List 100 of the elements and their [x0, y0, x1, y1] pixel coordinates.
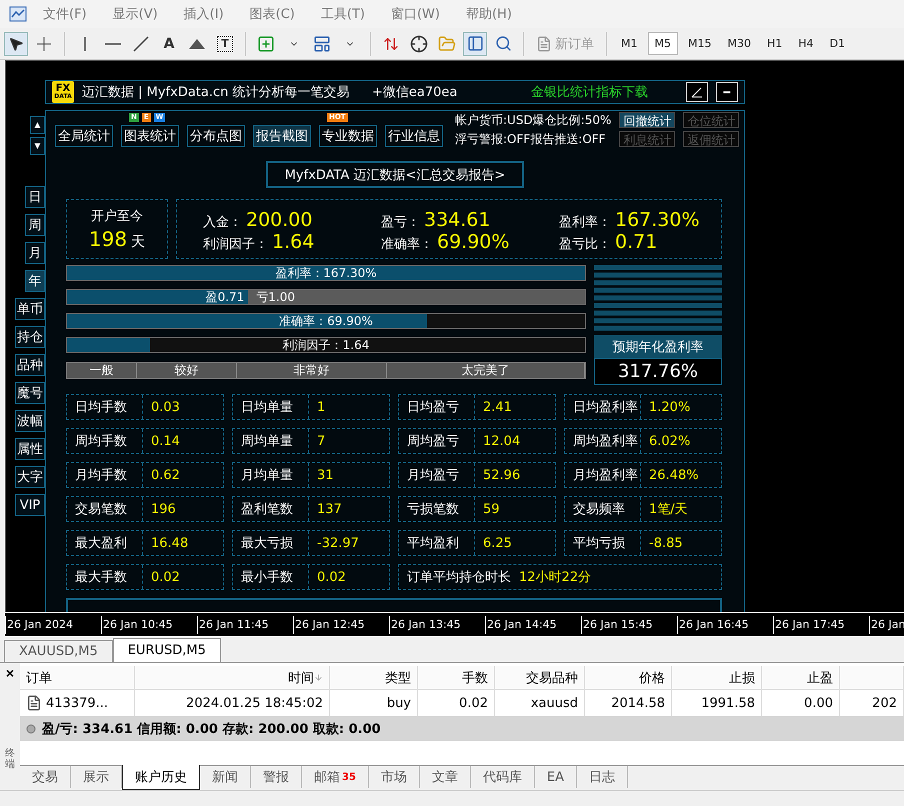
timeframe-button[interactable]: H1: [761, 33, 788, 54]
download-link[interactable]: 金银比统计指标下载: [531, 83, 648, 101]
chart-tab[interactable]: EURUSD,M5: [112, 638, 221, 662]
stat-label: 平均亏损: [565, 531, 641, 555]
rating-label: 较好: [137, 363, 237, 378]
nav-tab[interactable]: 专业数据: [319, 125, 377, 147]
minimize-button[interactable]: ━: [716, 82, 738, 102]
stat-value: 52.96: [482, 468, 520, 482]
column-header[interactable]: 手数: [418, 666, 495, 690]
nav-tab[interactable]: 图表统计: [121, 125, 179, 147]
stat-label: 日均单量: [233, 395, 309, 419]
days-unit: 天: [131, 233, 146, 251]
view-button[interactable]: 波幅: [15, 410, 45, 432]
view-button[interactable]: 单币: [15, 298, 45, 320]
view-button[interactable]: 品种: [15, 354, 45, 376]
metric-label: 盈利率：: [559, 214, 611, 231]
time-label: 26 Jan 10:45: [101, 616, 197, 634]
menu-item[interactable]: 插入(I): [170, 5, 237, 23]
stat-label: 最大亏损: [233, 531, 309, 555]
scroll-down-button[interactable]: ▼: [30, 137, 45, 155]
report-title: MyfxDATA 迈汇数据<汇总交易报告>: [266, 161, 524, 188]
column-header[interactable]: 时间: [135, 666, 330, 690]
stat-value: 6.02%: [648, 434, 690, 448]
account-info: 帐户货币:USD爆仓比例:50%: [455, 112, 612, 129]
period-button[interactable]: 周: [25, 214, 45, 236]
column-header[interactable]: 交易品种: [495, 666, 585, 690]
timeframe-button[interactable]: H4: [792, 33, 820, 54]
resize-button[interactable]: [686, 82, 708, 102]
timeframe-button[interactable]: M15: [682, 33, 718, 54]
stat-label: 最大手数: [67, 565, 143, 589]
stat-value: 0.02: [316, 570, 346, 584]
time-label: 26 Jan 11:45: [197, 616, 293, 634]
close-button[interactable]: ×: [6, 665, 14, 681]
bar-label: 准确率：69.90%: [279, 314, 373, 328]
nav-tab[interactable]: 报告截图: [253, 125, 311, 147]
cursor-icon[interactable]: [4, 32, 28, 56]
stats-button[interactable]: 回撤统计: [619, 112, 676, 128]
stat-label: 日均盈亏: [399, 395, 475, 419]
stat-label: 交易笔数: [67, 497, 143, 521]
nav-tab[interactable]: 分布点图: [187, 125, 245, 147]
stat-value: 1笔/天: [648, 501, 688, 518]
stat-label: 月均盈亏: [399, 463, 475, 487]
stat-label: 平均盈利: [399, 531, 475, 555]
menu-item[interactable]: 窗口(W): [378, 5, 453, 23]
stat-value: 12小时22分: [518, 569, 592, 586]
timeframe-button[interactable]: M30: [722, 33, 757, 54]
bar-label: 盈0.71: [206, 290, 246, 304]
view-button[interactable]: 魔号: [15, 382, 45, 404]
time-label: 26 Jan 15:45: [581, 616, 677, 634]
chart-tab[interactable]: XAUUSD,M5: [4, 640, 113, 662]
nav-tab[interactable]: 全局统计: [55, 125, 113, 147]
menu-item[interactable]: 图表(C): [236, 5, 308, 23]
text-tool[interactable]: A: [157, 32, 181, 56]
bar-label: 亏1.00: [255, 290, 296, 304]
metric-label: 入金：: [203, 214, 242, 231]
period-button[interactable]: 月: [25, 242, 45, 264]
annual-value: 317.76%: [594, 358, 722, 385]
stat-value: -32.97: [316, 536, 359, 550]
stat-value: 1.20%: [648, 400, 690, 414]
view-button[interactable]: 大字: [15, 466, 45, 488]
view-button[interactable]: VIP: [15, 494, 45, 516]
timeframe-button[interactable]: M1: [615, 33, 644, 54]
timeframe-button[interactable]: M5: [648, 32, 678, 55]
menu-item[interactable]: 显示(V): [100, 5, 171, 23]
menu-item[interactable]: 帮助(H): [452, 5, 525, 23]
stat-label: 周均盈亏: [399, 429, 475, 453]
column-header[interactable]: 止损: [672, 666, 762, 690]
metric-value: 69.90%: [437, 231, 510, 253]
column-header[interactable]: 类型: [330, 666, 418, 690]
stat-label: 盈利笔数: [233, 497, 309, 521]
text-label-tool[interactable]: T: [217, 36, 233, 52]
stat-label: 交易频率: [565, 497, 641, 521]
scroll-up-button[interactable]: ▲: [30, 116, 45, 134]
column-header[interactable]: 止盈: [762, 666, 840, 690]
stat-value: 6.25: [482, 536, 512, 550]
stat-label: 月均单量: [233, 463, 309, 487]
menu-item[interactable]: 工具(T): [308, 5, 378, 23]
time-label: 26 Jan 14:45: [485, 616, 581, 634]
timeframe-button[interactable]: D1: [824, 33, 852, 54]
stat-value: 1: [316, 400, 326, 414]
view-button[interactable]: 持仓: [15, 326, 45, 348]
stat-label: 月均盈利率: [565, 463, 641, 487]
metric-value: 200.00: [246, 209, 312, 231]
metric-value: 0.71: [615, 231, 658, 253]
nav-tab[interactable]: 行业信息: [385, 125, 443, 147]
stat-value: 0.14: [150, 434, 180, 448]
view-button[interactable]: 属性: [15, 438, 45, 460]
sort-icon: [314, 673, 323, 682]
stat-label: 亏损笔数: [399, 497, 475, 521]
menu-item[interactable]: 文件(F): [30, 5, 100, 23]
window-icon[interactable]: [463, 32, 487, 56]
column-header[interactable]: 订单: [20, 666, 135, 690]
rating-label: 一般: [67, 363, 137, 378]
mail-count: 35: [342, 772, 356, 782]
terminal-tab[interactable]: 账户历史: [122, 765, 200, 790]
account-summary: 盈/亏: 334.61 信用额: 0.00 存款: 200.00 取款: 0.00: [42, 720, 381, 738]
period-button[interactable]: 日: [25, 186, 45, 208]
column-header[interactable]: 价格: [585, 666, 672, 690]
period-button[interactable]: 年: [25, 270, 45, 292]
document-icon: [536, 36, 552, 52]
